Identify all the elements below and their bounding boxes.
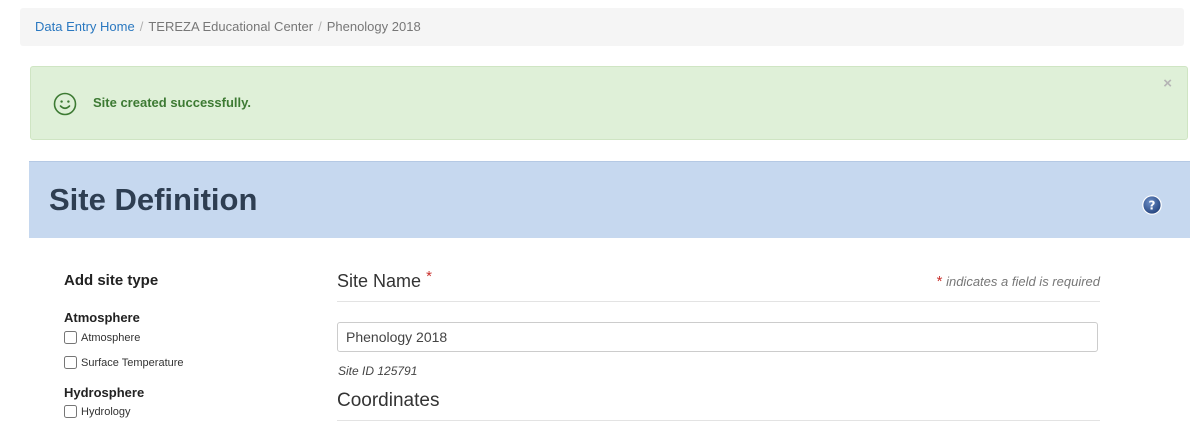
checkbox-label: Surface Temperature [81, 356, 184, 369]
site-type-option-hydrology[interactable]: Hydrology [64, 405, 131, 418]
checkbox-label: Atmosphere [81, 331, 141, 344]
add-site-type-heading: Add site type [64, 272, 159, 289]
surface-temperature-checkbox[interactable] [64, 356, 77, 369]
svg-text:?: ? [1149, 199, 1156, 213]
breadcrumb-home-link[interactable]: Data Entry Home [35, 19, 135, 34]
site-name-label-text: Site Name [337, 271, 422, 291]
breadcrumb: Data Entry Home / TEREZA Educational Cente… [20, 8, 1184, 46]
site-type-option-surface-temperature[interactable]: Surface Temperature [64, 356, 184, 369]
group-atmosphere-title: Atmosphere [64, 310, 140, 325]
site-name-input[interactable] [337, 322, 1098, 352]
atmosphere-checkbox[interactable] [64, 331, 77, 344]
group-hydrosphere-title: Hydrosphere [64, 385, 145, 400]
panel-header: Site Definition ? [29, 161, 1190, 238]
help-icon[interactable]: ? [1142, 195, 1162, 215]
site-name-label: Site Name * [337, 268, 432, 292]
smiley-icon [53, 92, 77, 116]
page-title: Site Definition [49, 182, 258, 217]
divider [337, 301, 1100, 302]
coordinates-heading: Coordinates [337, 390, 440, 411]
success-alert: Site created successfully. × [30, 66, 1188, 140]
breadcrumb-separator: / [318, 19, 322, 34]
checkbox-label: Hydrology [81, 405, 131, 418]
alert-close-button[interactable]: × [1163, 76, 1172, 91]
site-type-option-atmosphere[interactable]: Atmosphere [64, 331, 140, 344]
breadcrumb-org: TEREZA Educational Center [148, 19, 314, 34]
required-star: * [936, 273, 943, 290]
required-note-text: indicates a field is required [946, 274, 1100, 289]
divider [337, 420, 1100, 421]
site-id: Site ID 125791 [338, 364, 418, 378]
alert-message: Site created successfully. [93, 95, 252, 110]
breadcrumb-separator: / [139, 19, 144, 34]
required-field-note: * indicates a field is required [936, 273, 1100, 291]
hydrology-checkbox[interactable] [64, 405, 77, 418]
breadcrumb-current-site: Phenology 2018 [326, 19, 421, 34]
required-star: * [426, 268, 432, 285]
